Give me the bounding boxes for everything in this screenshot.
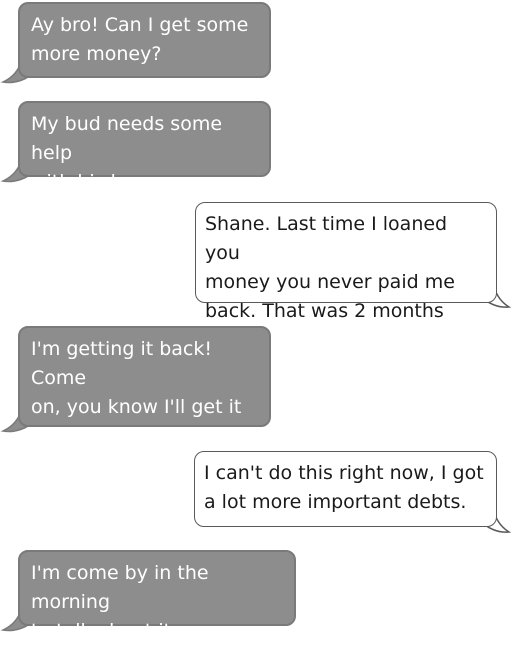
- message-text: Ay bro! Can I get some more money?: [18, 2, 271, 78]
- message-text: I'm getting it back! Come on, you know I…: [18, 326, 271, 447]
- message-thread: Ay bro! Can I get some more money? My bu…: [0, 0, 518, 642]
- incoming-message: My bud needs some help with his bar reno: [0, 101, 271, 193]
- outgoing-message: I can't do this right now, I got a lot m…: [194, 451, 512, 533]
- incoming-message: I'm come by in the morning to talk about…: [0, 550, 296, 642]
- outgoing-message: Shane. Last time I loaned you money you …: [195, 202, 512, 351]
- message-text: I can't do this right now, I got a lot m…: [194, 451, 497, 527]
- incoming-message: Ay bro! Can I get some more money?: [0, 2, 271, 84]
- message-text: Shane. Last time I loaned you money you …: [195, 202, 497, 351]
- incoming-message: I'm getting it back! Come on, you know I…: [0, 326, 271, 447]
- message-text: I'm come by in the morning to talk about…: [18, 550, 296, 642]
- message-text: My bud needs some help with his bar reno: [18, 101, 271, 193]
